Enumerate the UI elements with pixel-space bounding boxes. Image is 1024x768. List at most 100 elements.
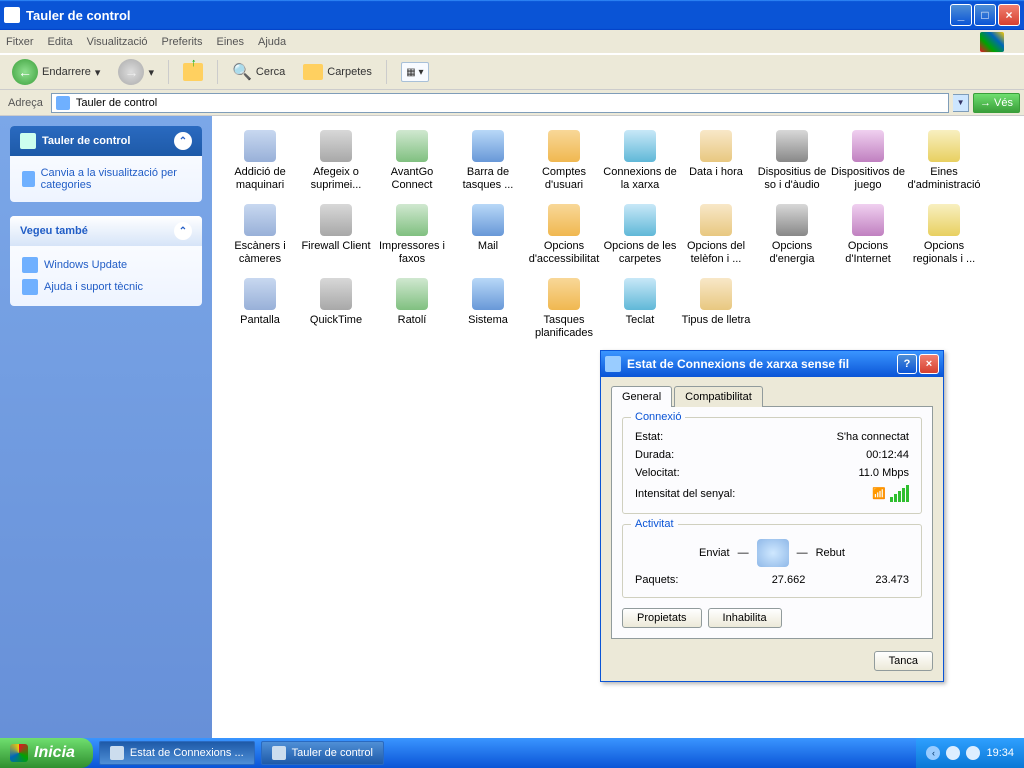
cp-item-label: Data i hora xyxy=(689,166,743,179)
clock: 19:34 xyxy=(986,747,1014,759)
dialog-close-button[interactable]: × xyxy=(919,354,939,374)
address-dropdown[interactable]: ▼ xyxy=(953,94,969,112)
control-panel-item[interactable]: Barra de tasques ... xyxy=(450,130,526,192)
control-panel-item[interactable]: Opcions d'accessibilitat xyxy=(526,204,602,266)
cp-item-label: Eines d'administració xyxy=(907,166,981,192)
control-panel-icon xyxy=(272,746,286,760)
window-title: Tauler de control xyxy=(26,8,131,23)
cp-item-icon xyxy=(852,130,884,162)
control-panel-item[interactable]: Tasques planificades xyxy=(526,278,602,340)
control-panel-item[interactable]: Opcions regionals i ... xyxy=(906,204,982,266)
tab-compat[interactable]: Compatibilitat xyxy=(674,386,763,407)
control-panel-item[interactable]: Opcions d'energia xyxy=(754,204,830,266)
folders-button[interactable]: Carpetes xyxy=(297,62,378,82)
menu-tools[interactable]: Eines xyxy=(217,36,245,48)
control-panel-item[interactable]: Tipus de lletra xyxy=(678,278,754,340)
sidebar: Tauler de control ⌃ Canvia a la visualit… xyxy=(0,116,212,738)
control-panel-item[interactable]: Pantalla xyxy=(222,278,298,340)
cp-item-icon xyxy=(396,278,428,310)
properties-button[interactable]: Propietats xyxy=(622,608,702,628)
sent-label: Enviat xyxy=(699,547,730,559)
switch-category-view-link[interactable]: Canvia a la visualització per categories xyxy=(22,164,190,194)
cp-item-icon xyxy=(700,204,732,236)
close-button[interactable]: × xyxy=(998,4,1020,26)
menu-edit[interactable]: Edita xyxy=(48,36,73,48)
control-panel-item[interactable]: Dispositius de so i d'àudio xyxy=(754,130,830,192)
menu-file[interactable]: Fitxer xyxy=(6,36,34,48)
control-panel-item[interactable]: Afegeix o suprimei... xyxy=(298,130,374,192)
views-button[interactable]: ▦ ▾ xyxy=(395,60,435,84)
globe-icon xyxy=(22,257,38,273)
windows-logo-icon xyxy=(980,32,1004,52)
cp-item-icon xyxy=(852,204,884,236)
address-label: Adreça xyxy=(4,97,47,109)
folder-icon xyxy=(303,64,323,80)
cp-item-label: Mail xyxy=(478,240,498,253)
address-field[interactable]: Tauler de control xyxy=(51,93,949,113)
control-panel-item[interactable]: Escàners i càmeres xyxy=(222,204,298,266)
control-panel-item[interactable]: Sistema xyxy=(450,278,526,340)
control-panel-item[interactable]: Opcions del telèfon i ... xyxy=(678,204,754,266)
cp-item-icon xyxy=(548,130,580,162)
activity-group: Activitat Enviat — — Rebut Paquets: 27.6… xyxy=(622,524,922,598)
control-panel-item[interactable]: Opcions d'Internet xyxy=(830,204,906,266)
window-icon xyxy=(4,7,20,23)
menu-favorites[interactable]: Preferits xyxy=(162,36,203,48)
signal-label: Intensitat del senyal: xyxy=(635,488,735,500)
cp-item-icon xyxy=(396,130,428,162)
control-panel-item[interactable]: Eines d'administració xyxy=(906,130,982,192)
search-button[interactable]: 🔍Cerca xyxy=(226,60,291,84)
control-panel-item[interactable]: Ratolí xyxy=(374,278,450,340)
switch-view-icon xyxy=(22,171,35,187)
cp-item-label: Opcions d'Internet xyxy=(831,240,905,266)
help-support-link[interactable]: Ajuda i suport tècnic xyxy=(22,276,190,298)
control-panel-item[interactable]: Data i hora xyxy=(678,130,754,192)
taskbar: Inicia Estat de Connexions ... Tauler de… xyxy=(0,738,1024,768)
disable-button[interactable]: Inhabilita xyxy=(708,608,782,628)
cp-item-icon xyxy=(548,278,580,310)
cp-item-label: Ratolí xyxy=(398,314,427,327)
control-panel-item[interactable]: Firewall Client xyxy=(298,204,374,266)
cp-item-label: Addició de maquinari xyxy=(223,166,297,192)
control-panel-item[interactable]: AvantGo Connect xyxy=(374,130,450,192)
tab-general[interactable]: General xyxy=(611,386,672,407)
control-panel-item[interactable]: Impressores i faxos xyxy=(374,204,450,266)
cp-item-label: Connexions de la xarxa xyxy=(603,166,677,192)
tray-expand-button[interactable]: ‹ xyxy=(926,746,940,760)
control-panel-item[interactable]: Dispositivos de juego xyxy=(830,130,906,192)
windows-update-link[interactable]: Windows Update xyxy=(22,254,190,276)
menu-view[interactable]: Visualització xyxy=(87,36,148,48)
dialog-title: Estat de Connexions de xarxa sense fil xyxy=(627,357,849,371)
cp-item-label: Tasques planificades xyxy=(527,314,601,340)
go-button[interactable]: → Vés xyxy=(973,93,1020,113)
taskbar-item[interactable]: Estat de Connexions ... xyxy=(99,741,255,765)
cp-item-label: AvantGo Connect xyxy=(375,166,449,192)
control-panel-item[interactable]: Teclat xyxy=(602,278,678,340)
control-panel-item[interactable]: QuickTime xyxy=(298,278,374,340)
dialog-close-button-bottom[interactable]: Tanca xyxy=(874,651,933,671)
cp-item-label: Opcions del telèfon i ... xyxy=(679,240,753,266)
tray-icon[interactable] xyxy=(946,746,960,760)
control-panel-item[interactable]: Connexions de la xarxa xyxy=(602,130,678,192)
control-panel-item[interactable]: Opcions de les carpetes xyxy=(602,204,678,266)
taskbar-item[interactable]: Tauler de control xyxy=(261,741,384,765)
minimize-button[interactable]: _ xyxy=(950,4,972,26)
back-button[interactable]: ←Endarrere ▾ xyxy=(6,57,106,87)
start-button[interactable]: Inicia xyxy=(0,738,93,768)
control-panel-item[interactable]: Mail xyxy=(450,204,526,266)
control-panel-item[interactable]: Comptes d'usuari xyxy=(526,130,602,192)
sidebar-panel-header[interactable]: Vegeu també ⌃ xyxy=(10,216,202,246)
menu-help[interactable]: Ajuda xyxy=(258,36,286,48)
cp-item-label: Dispositivos de juego xyxy=(831,166,905,192)
cp-item-icon xyxy=(320,204,352,236)
up-button[interactable] xyxy=(177,61,209,83)
control-panel-item[interactable]: Addició de maquinari xyxy=(222,130,298,192)
help-icon xyxy=(22,279,38,295)
maximize-button[interactable]: □ xyxy=(974,4,996,26)
forward-button[interactable]: → ▾ xyxy=(112,57,160,87)
tray-icon[interactable] xyxy=(966,746,980,760)
cp-item-label: Sistema xyxy=(468,314,508,327)
dialog-help-button[interactable]: ? xyxy=(897,354,917,374)
sidebar-panel-header[interactable]: Tauler de control ⌃ xyxy=(10,126,202,156)
cp-item-icon xyxy=(700,130,732,162)
